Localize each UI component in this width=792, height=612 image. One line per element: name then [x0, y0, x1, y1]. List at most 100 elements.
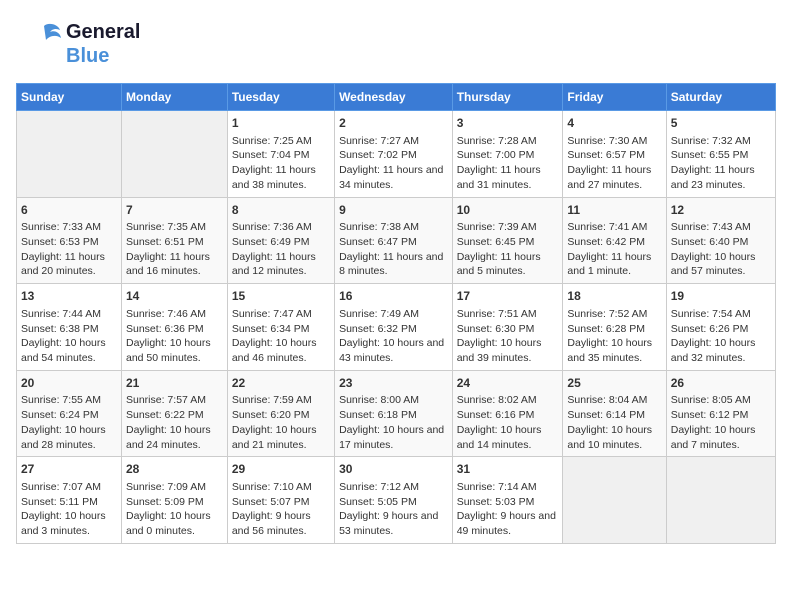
day-content: Sunrise: 7:07 AMSunset: 5:11 PMDaylight:… [21, 480, 117, 539]
weekday-header-sunday: Sunday [17, 84, 122, 111]
calendar-cell: 3 Sunrise: 7:28 AMSunset: 7:00 PMDaylight… [452, 111, 563, 198]
day-content: Sunrise: 7:46 AMSunset: 6:36 PMDaylight:… [126, 307, 223, 366]
day-content: Sunrise: 7:25 AMSunset: 7:04 PMDaylight:… [232, 134, 330, 193]
day-content: Sunrise: 7:47 AMSunset: 6:34 PMDaylight:… [232, 307, 330, 366]
day-content: Sunrise: 7:41 AMSunset: 6:42 PMDaylight:… [567, 220, 661, 279]
calendar-cell: 28 Sunrise: 7:09 AMSunset: 5:09 PMDayligh… [122, 457, 228, 544]
calendar-cell: 23Sunrise: 8:00 AMSunset: 6:18 PMDayligh… [335, 370, 453, 457]
calendar-cell: 1 Sunrise: 7:25 AMSunset: 7:04 PMDaylight… [227, 111, 334, 198]
calendar-cell: 24Sunrise: 8:02 AMSunset: 6:16 PMDayligh… [452, 370, 563, 457]
calendar-cell: 18Sunrise: 7:52 AMSunset: 6:28 PMDayligh… [563, 284, 666, 371]
day-number: 18 [567, 288, 661, 305]
day-number: 17 [457, 288, 559, 305]
calendar-cell: 8Sunrise: 7:36 AMSunset: 6:49 PMDaylight… [227, 197, 334, 284]
calendar-week-5: 27 Sunrise: 7:07 AMSunset: 5:11 PMDayligh… [17, 457, 776, 544]
day-number: 2 [339, 115, 448, 132]
day-number: 12 [671, 202, 771, 219]
calendar-cell: 6Sunrise: 7:33 AMSunset: 6:53 PMDaylight… [17, 197, 122, 284]
day-content: Sunrise: 7:33 AMSunset: 6:53 PMDaylight:… [21, 220, 117, 279]
day-content: Sunrise: 7:28 AMSunset: 7:00 PMDaylight:… [457, 134, 559, 193]
calendar-cell: 16 Sunrise: 7:49 AMSunset: 6:32 PMDayligh… [335, 284, 453, 371]
calendar-cell: 14 Sunrise: 7:46 AMSunset: 6:36 PMDayligh… [122, 284, 228, 371]
calendar-cell: 20Sunrise: 7:55 AMSunset: 6:24 PMDayligh… [17, 370, 122, 457]
day-content: Sunrise: 7:12 AMSunset: 5:05 PMDaylight:… [339, 480, 448, 539]
calendar-cell [666, 457, 775, 544]
day-content: Sunrise: 7:54 AMSunset: 6:26 PMDaylight:… [671, 307, 771, 366]
calendar-cell [17, 111, 122, 198]
day-number: 21 [126, 375, 223, 392]
day-content: Sunrise: 7:39 AMSunset: 6:45 PMDaylight:… [457, 220, 559, 279]
calendar-cell [122, 111, 228, 198]
day-number: 10 [457, 202, 559, 219]
day-number: 16 [339, 288, 448, 305]
calendar-cell: 27 Sunrise: 7:07 AMSunset: 5:11 PMDayligh… [17, 457, 122, 544]
day-content: Sunrise: 7:44 AMSunset: 6:38 PMDaylight:… [21, 307, 117, 366]
calendar-week-4: 20Sunrise: 7:55 AMSunset: 6:24 PMDayligh… [17, 370, 776, 457]
day-number: 27 [21, 461, 117, 478]
calendar-cell: 15Sunrise: 7:47 AMSunset: 6:34 PMDayligh… [227, 284, 334, 371]
day-content: Sunrise: 7:35 AMSunset: 6:51 PMDaylight:… [126, 220, 223, 279]
calendar-cell: 29Sunrise: 7:10 AMSunset: 5:07 PMDayligh… [227, 457, 334, 544]
day-number: 7 [126, 202, 223, 219]
calendar-cell: 13 Sunrise: 7:44 AMSunset: 6:38 PMDayligh… [17, 284, 122, 371]
calendar-week-3: 13 Sunrise: 7:44 AMSunset: 6:38 PMDayligh… [17, 284, 776, 371]
calendar-cell: 26Sunrise: 8:05 AMSunset: 6:12 PMDayligh… [666, 370, 775, 457]
calendar-cell: 5 Sunrise: 7:32 AMSunset: 6:55 PMDaylight… [666, 111, 775, 198]
day-content: Sunrise: 7:14 AMSunset: 5:03 PMDaylight:… [457, 480, 559, 539]
day-content: Sunrise: 7:55 AMSunset: 6:24 PMDaylight:… [21, 393, 117, 452]
calendar-cell: 31 Sunrise: 7:14 AMSunset: 5:03 PMDayligh… [452, 457, 563, 544]
day-number: 3 [457, 115, 559, 132]
day-number: 14 [126, 288, 223, 305]
weekday-header-friday: Friday [563, 84, 666, 111]
calendar-header-row: SundayMondayTuesdayWednesdayThursdayFrid… [17, 84, 776, 111]
day-content: Sunrise: 7:32 AMSunset: 6:55 PMDaylight:… [671, 134, 771, 193]
day-number: 31 [457, 461, 559, 478]
day-number: 24 [457, 375, 559, 392]
calendar-week-2: 6Sunrise: 7:33 AMSunset: 6:53 PMDaylight… [17, 197, 776, 284]
weekday-header-saturday: Saturday [666, 84, 775, 111]
day-number: 23 [339, 375, 448, 392]
day-number: 8 [232, 202, 330, 219]
day-content: Sunrise: 7:57 AMSunset: 6:22 PMDaylight:… [126, 393, 223, 452]
day-number: 25 [567, 375, 661, 392]
calendar-cell: 30Sunrise: 7:12 AMSunset: 5:05 PMDayligh… [335, 457, 453, 544]
calendar-cell: 2 Sunrise: 7:27 AMSunset: 7:02 PMDaylight… [335, 111, 453, 198]
day-number: 9 [339, 202, 448, 219]
calendar-cell: 9Sunrise: 7:38 AMSunset: 6:47 PMDaylight… [335, 197, 453, 284]
day-content: Sunrise: 8:05 AMSunset: 6:12 PMDaylight:… [671, 393, 771, 452]
day-number: 1 [232, 115, 330, 132]
calendar-cell: 7Sunrise: 7:35 AMSunset: 6:51 PMDaylight… [122, 197, 228, 284]
day-number: 5 [671, 115, 771, 132]
day-number: 13 [21, 288, 117, 305]
weekday-header-monday: Monday [122, 84, 228, 111]
calendar-week-1: 1 Sunrise: 7:25 AMSunset: 7:04 PMDaylight… [17, 111, 776, 198]
day-content: Sunrise: 7:49 AMSunset: 6:32 PMDaylight:… [339, 307, 448, 366]
day-number: 22 [232, 375, 330, 392]
logo-icon [16, 16, 66, 66]
logo: General Blue [16, 16, 140, 71]
day-content: Sunrise: 7:51 AMSunset: 6:30 PMDaylight:… [457, 307, 559, 366]
calendar-cell [563, 457, 666, 544]
day-content: Sunrise: 8:04 AMSunset: 6:14 PMDaylight:… [567, 393, 661, 452]
day-content: Sunrise: 7:09 AMSunset: 5:09 PMDaylight:… [126, 480, 223, 539]
weekday-header-wednesday: Wednesday [335, 84, 453, 111]
day-number: 4 [567, 115, 661, 132]
day-number: 28 [126, 461, 223, 478]
calendar-cell: 17 Sunrise: 7:51 AMSunset: 6:30 PMDayligh… [452, 284, 563, 371]
day-number: 26 [671, 375, 771, 392]
calendar-body: 1 Sunrise: 7:25 AMSunset: 7:04 PMDaylight… [17, 111, 776, 544]
day-content: Sunrise: 7:59 AMSunset: 6:20 PMDaylight:… [232, 393, 330, 452]
calendar-cell: 12Sunrise: 7:43 AMSunset: 6:40 PMDayligh… [666, 197, 775, 284]
calendar-cell: 11Sunrise: 7:41 AMSunset: 6:42 PMDayligh… [563, 197, 666, 284]
day-content: Sunrise: 7:10 AMSunset: 5:07 PMDaylight:… [232, 480, 330, 539]
calendar-cell: 4 Sunrise: 7:30 AMSunset: 6:57 PMDaylight… [563, 111, 666, 198]
day-content: Sunrise: 7:27 AMSunset: 7:02 PMDaylight:… [339, 134, 448, 193]
calendar-cell: 22Sunrise: 7:59 AMSunset: 6:20 PMDayligh… [227, 370, 334, 457]
calendar-cell: 25Sunrise: 8:04 AMSunset: 6:14 PMDayligh… [563, 370, 666, 457]
day-content: Sunrise: 7:43 AMSunset: 6:40 PMDaylight:… [671, 220, 771, 279]
day-number: 19 [671, 288, 771, 305]
calendar-cell: 19 Sunrise: 7:54 AMSunset: 6:26 PMDayligh… [666, 284, 775, 371]
day-content: Sunrise: 7:30 AMSunset: 6:57 PMDaylight:… [567, 134, 661, 193]
day-number: 11 [567, 202, 661, 219]
calendar-cell: 21Sunrise: 7:57 AMSunset: 6:22 PMDayligh… [122, 370, 228, 457]
